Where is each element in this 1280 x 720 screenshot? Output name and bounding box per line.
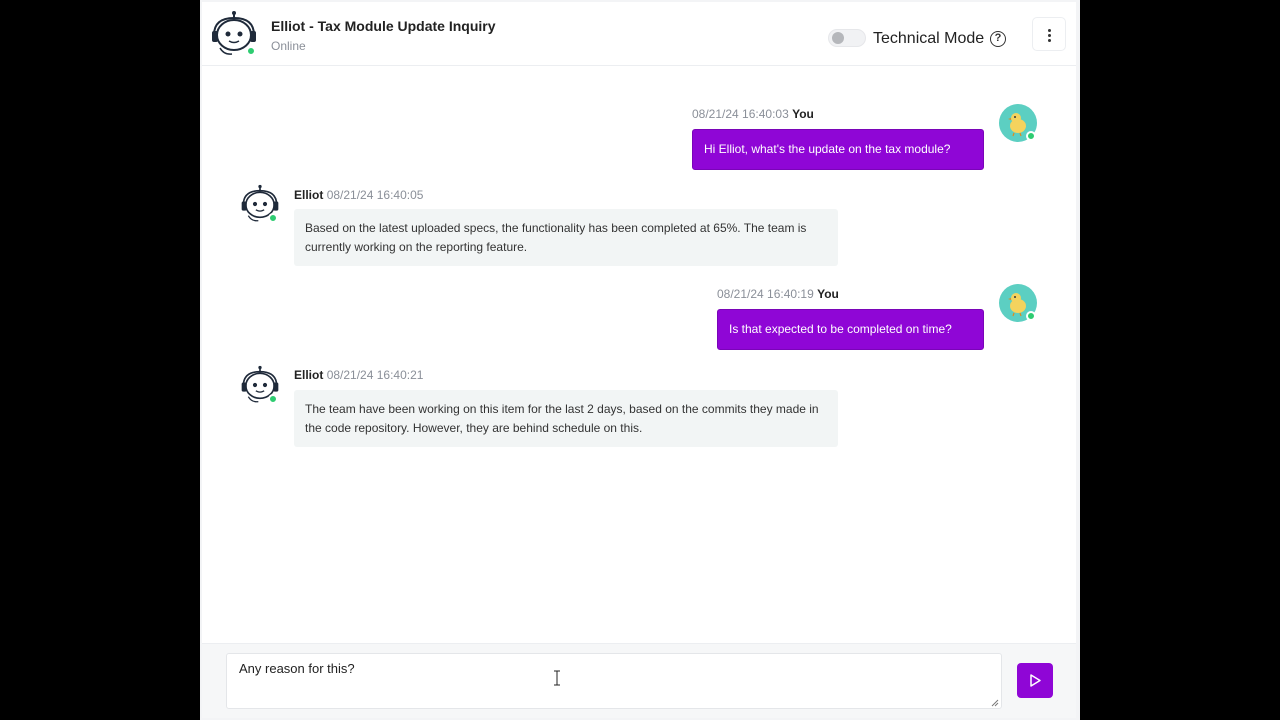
technical-mode-label: Technical Mode: [873, 30, 985, 47]
text-cursor-icon: [554, 670, 560, 686]
user-message-bubble: Hi Elliot, what's the update on the tax …: [692, 129, 984, 170]
message-timestamp: 08/21/24 16:40:03: [692, 107, 789, 121]
message-meta: Elliot 08/21/24 16:40:21: [294, 368, 423, 382]
online-status-dot: [268, 213, 278, 223]
online-status-dot: [1026, 311, 1036, 321]
kebab-menu-button[interactable]: [1032, 17, 1066, 51]
online-status-dot: [246, 46, 256, 56]
kebab-dot: [1048, 39, 1051, 42]
chat-header: Elliot - Tax Module Update Inquiry Onlin…: [202, 2, 1076, 66]
chat-title: Elliot - Tax Module Update Inquiry: [271, 18, 496, 34]
bot-avatar: [240, 365, 280, 405]
message-timestamp: 08/21/24 16:40:19: [717, 287, 814, 301]
send-triangle-icon: [1030, 674, 1041, 687]
composer: [202, 643, 1076, 718]
chat-status: Online: [271, 39, 306, 53]
kebab-dot: [1048, 34, 1051, 37]
send-button[interactable]: [1017, 663, 1053, 698]
online-status-dot: [1026, 131, 1036, 141]
bot-message-bubble: The team have been working on this item …: [294, 390, 838, 447]
user-avatar: [999, 284, 1037, 322]
technical-mode-toggle[interactable]: [828, 29, 866, 47]
message-input[interactable]: [226, 653, 1002, 709]
toggle-knob: [832, 32, 844, 44]
message-meta: 08/21/24 16:40:03 You: [692, 107, 814, 121]
chat-app: Elliot - Tax Module Update Inquiry Onlin…: [200, 0, 1080, 720]
question-circle-icon[interactable]: ?: [990, 31, 1006, 47]
message-sender: Elliot: [294, 368, 324, 382]
chat-panel: Elliot - Tax Module Update Inquiry Onlin…: [202, 2, 1076, 718]
bot-avatar: [210, 10, 258, 58]
bot-avatar: [240, 184, 280, 224]
kebab-menu-icon: [1048, 29, 1051, 32]
bot-message-bubble: Based on the latest uploaded specs, the …: [294, 209, 838, 266]
resize-grip-icon[interactable]: [991, 699, 999, 707]
message-sender: You: [792, 107, 814, 121]
user-message-bubble: Is that expected to be completed on time…: [717, 309, 984, 350]
message-sender: You: [817, 287, 839, 301]
message-timestamp: 08/21/24 16:40:05: [326, 188, 424, 202]
message-timestamp: 08/21/24 16:40:21: [326, 368, 424, 382]
message-sender: Elliot: [294, 188, 324, 202]
message-meta: Elliot 08/21/24 16:40:05: [294, 188, 423, 202]
online-status-dot: [268, 394, 278, 404]
user-avatar: [999, 104, 1037, 142]
message-meta: 08/21/24 16:40:19 You: [717, 287, 839, 301]
